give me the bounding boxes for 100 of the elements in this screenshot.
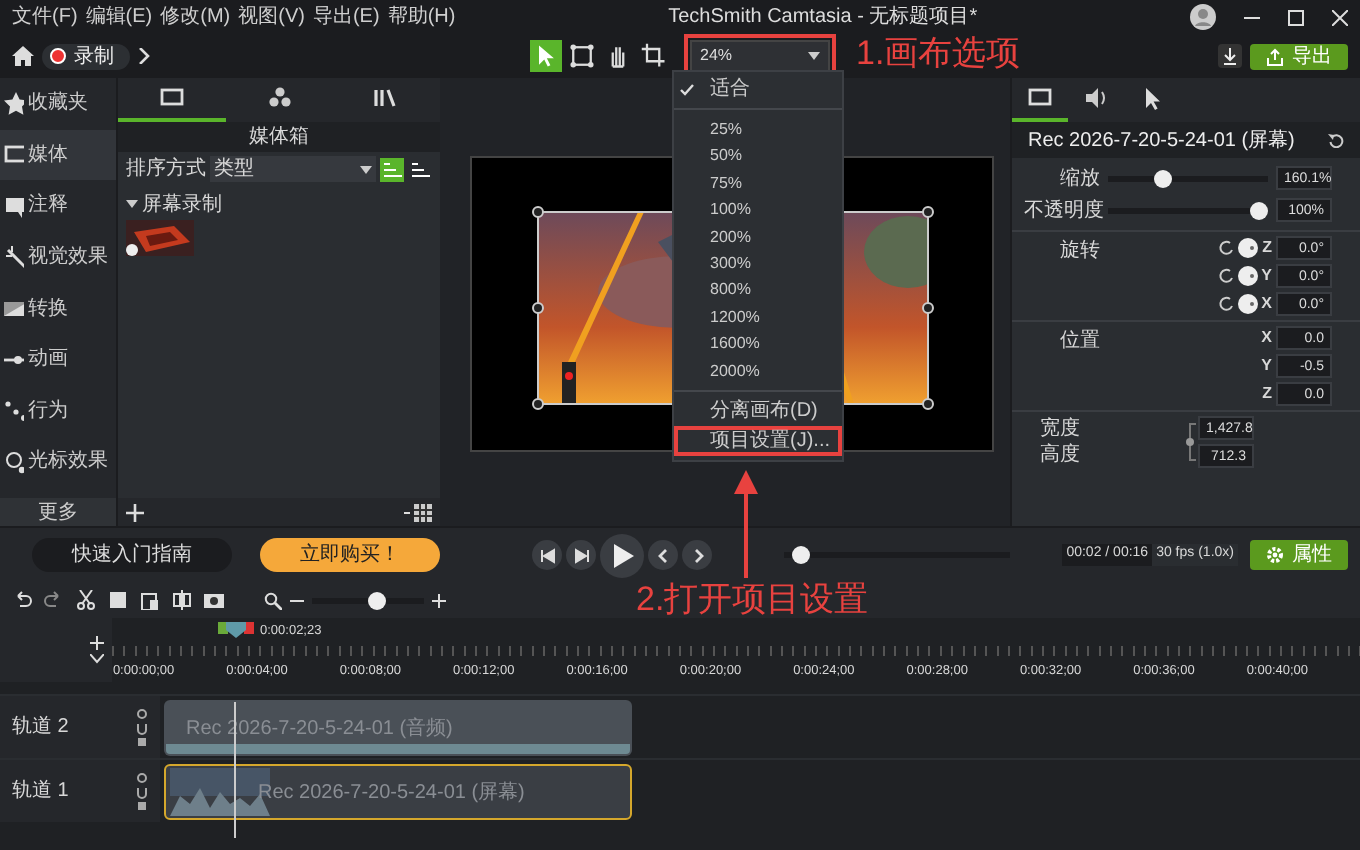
property-label: 旋转	[1058, 237, 1100, 266]
property-label: 位置	[1058, 327, 1100, 356]
film-icon	[4, 142, 24, 167]
axis-label: Z	[1262, 236, 1272, 260]
list-view-icon[interactable]	[380, 157, 404, 181]
menu-item[interactable]: 300%	[674, 250, 842, 278]
chevron-right-icon[interactable]	[138, 48, 150, 64]
zoom-dropdown[interactable]: 24%	[690, 40, 830, 72]
axis-label: Z	[1262, 382, 1272, 406]
zoom-in-icon[interactable]	[432, 593, 446, 607]
axis-label: X	[1261, 292, 1272, 316]
group-label: 屏幕录制	[142, 194, 222, 216]
menu-item[interactable]: 视图(V)	[238, 6, 305, 28]
property-label: 不透明度	[1024, 199, 1100, 221]
menu-item[interactable]: 分离画布(D)	[674, 398, 842, 426]
avatar-icon[interactable]	[1190, 4, 1216, 30]
menu-item[interactable]: 导出(E)	[312, 6, 380, 28]
menu-item[interactable]: 适合	[674, 76, 842, 103]
transform-icon[interactable]	[566, 40, 598, 72]
scrub-thumb[interactable]	[792, 546, 811, 564]
menu-item[interactable]: 1200%	[674, 304, 842, 332]
sidebar-item[interactable]: 注释	[0, 180, 116, 232]
scissors-icon[interactable]	[76, 590, 96, 610]
search-icon[interactable]	[264, 591, 282, 609]
track-label: 轨道 2	[12, 716, 69, 738]
record-button[interactable]: 录制	[42, 43, 130, 69]
window-title: TechSmith Camtasia - 无标题项目*	[666, 6, 980, 28]
play-icon[interactable]	[610, 543, 634, 567]
menu-item[interactable]: 项目设置(J)...	[674, 425, 842, 456]
dial-knob[interactable]	[1237, 266, 1258, 286]
sidebar-item[interactable]: 收藏夹	[0, 78, 116, 130]
sidebar-item[interactable]: 行为	[0, 385, 116, 437]
dial-knob[interactable]	[1238, 238, 1259, 258]
add-icon[interactable]	[126, 503, 144, 521]
menu-item[interactable]: 800%	[674, 277, 842, 305]
download-icon[interactable]	[1218, 44, 1242, 68]
annotation-text: 2.打开项目设置	[636, 582, 869, 616]
annotation-arrow	[734, 470, 758, 578]
previous-icon[interactable]	[532, 540, 562, 570]
callout-icon	[4, 193, 24, 218]
menu-item[interactable]: 25%	[674, 116, 842, 144]
chevron-down-icon[interactable]	[90, 654, 105, 664]
redo-icon[interactable]	[44, 590, 64, 610]
menu-item[interactable]: 1600%	[674, 331, 842, 358]
zoom-thumb[interactable]	[368, 591, 387, 609]
dial-knob[interactable]	[1237, 294, 1258, 314]
property-label: 宽度	[1040, 418, 1082, 440]
maximize-icon[interactable]	[1288, 9, 1304, 25]
share-icon	[1266, 47, 1284, 65]
annotation-text: 1.画布选项	[856, 36, 1021, 70]
add-icon[interactable]	[90, 636, 105, 650]
track-controls-icon[interactable]	[136, 707, 148, 747]
check-icon	[680, 83, 694, 96]
menu-item[interactable]: 50%	[674, 143, 842, 171]
crop-icon[interactable]	[638, 40, 670, 72]
chevron-right-icon[interactable]	[682, 540, 712, 570]
play-button[interactable]	[600, 533, 644, 577]
property-label: 缩放	[1058, 167, 1100, 189]
close-icon[interactable]	[1332, 9, 1348, 25]
dots-icon	[4, 398, 24, 423]
sidebar-item[interactable]: 光标效果	[0, 436, 116, 488]
menu-item[interactable]: 75%	[674, 170, 842, 198]
undo-icon[interactable]	[12, 590, 32, 610]
slider-thumb[interactable]	[1250, 201, 1268, 219]
reset-icon[interactable]	[1328, 132, 1344, 148]
split-icon[interactable]	[172, 590, 192, 610]
sidebar-item[interactable]: 媒体	[0, 129, 116, 181]
menu-item[interactable]: 编辑(E)	[85, 6, 153, 28]
camera-icon[interactable]	[204, 590, 224, 610]
gear-icon	[1266, 546, 1284, 564]
guide-button[interactable]: 快速入门指南	[32, 538, 232, 572]
sidebar-item[interactable]: 转换	[0, 282, 116, 334]
sort-label: 排序方式	[126, 158, 206, 180]
transition-icon	[4, 296, 24, 321]
menu-item[interactable]: 200%	[674, 223, 842, 251]
chevron-left-icon[interactable]	[648, 540, 678, 570]
menu-item[interactable]: 修改(M)	[160, 6, 231, 28]
grid-icon[interactable]	[404, 503, 432, 521]
buy-button[interactable]: 立即购买！	[260, 538, 440, 572]
copy-icon[interactable]	[108, 590, 128, 610]
paste-icon[interactable]	[140, 590, 160, 610]
more-button[interactable]: 更多	[0, 498, 116, 526]
link-icon[interactable]	[1184, 420, 1198, 464]
cursor-effect-icon	[4, 449, 24, 474]
clip-title: Rec 2026-7-20-5-24-01 (屏幕)	[1028, 129, 1295, 151]
sort-view-icon[interactable]	[408, 157, 432, 181]
menu-item[interactable]: 帮助(H)	[387, 6, 456, 28]
menu-item[interactable]: 文件(F)	[12, 6, 78, 28]
menu-item[interactable]: 2000%	[674, 357, 842, 385]
home-icon[interactable]	[12, 46, 34, 66]
menu-item[interactable]: 100%	[674, 197, 842, 224]
caret-icon	[360, 165, 372, 173]
sidebar-item[interactable]: 动画	[0, 333, 116, 386]
sort-dropdown[interactable]: 类型	[210, 156, 376, 182]
caret-icon	[808, 52, 820, 60]
slider-thumb[interactable]	[1154, 169, 1173, 187]
step-forward-icon[interactable]	[566, 540, 596, 570]
track-controls-icon[interactable]	[136, 771, 148, 811]
sidebar-item[interactable]: 视觉效果	[0, 231, 116, 283]
playhead-marker[interactable]	[218, 622, 254, 638]
